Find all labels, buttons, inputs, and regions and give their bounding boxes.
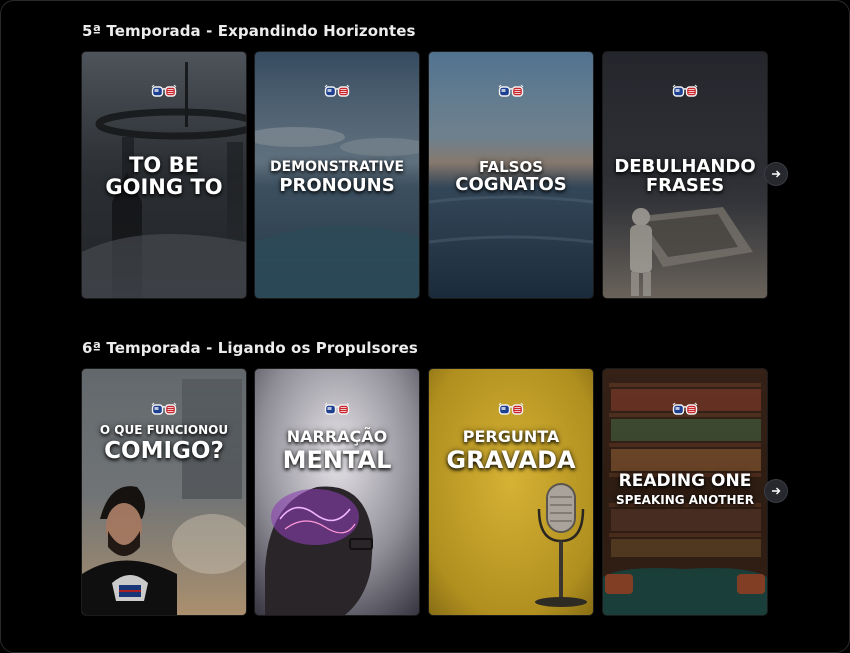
card-title: NARRAÇÃO MENTAL — [282, 427, 392, 474]
carousel-next-button[interactable] — [764, 479, 788, 503]
card-demonstrative-pronouns[interactable]: DEMONSTRATIVE PRONOUNS — [255, 52, 419, 298]
card-title: O QUE FUNCIONOU COMIGO? — [99, 423, 229, 464]
card-title: READING ONE SPEAKING ANOTHER — [616, 471, 754, 507]
usa-glasses-logo-icon — [151, 402, 177, 416]
section-title: 5ª Temporada - Expandindo Horizontes — [82, 22, 416, 40]
carousel-next-button[interactable] — [764, 162, 788, 186]
usa-glasses-logo-icon — [324, 402, 350, 416]
card-narracao-mental[interactable]: NARRAÇÃO MENTAL — [255, 369, 419, 615]
card-debulhando-frases[interactable]: DEBULHANDO FRASES — [603, 52, 767, 298]
card-o-que-funcionou-comigo[interactable]: O QUE FUNCIONOU COMIGO? — [82, 369, 246, 615]
card-falsos-cognatos[interactable]: FALSOS COGNATOS — [429, 52, 593, 298]
usa-glasses-logo-icon — [498, 402, 524, 416]
card-reading-one-speaking-another[interactable]: READING ONE SPEAKING ANOTHER — [603, 369, 767, 615]
season-6-carousel: O QUE FUNCIONOUCOMIGO? NARRAÇÃOMENTAL — [82, 369, 788, 616]
card-title: FALSOS COGNATOS — [455, 158, 567, 195]
card-title: DEMONSTRATIVE PRONOUNS — [269, 159, 405, 196]
card-to-be-going-to[interactable]: TO BE GOING TO — [82, 52, 246, 298]
arrow-right-icon — [772, 487, 781, 495]
card-title: TO BE GOING TO — [105, 153, 223, 200]
usa-glasses-logo-icon — [151, 84, 177, 98]
season-6-section: 6ª Temporada - Ligando os Propulsores O … — [82, 337, 788, 616]
season-5-carousel: TO BE GOING TO DEMONSTRATIVE PRONOUNS FA… — [82, 52, 788, 299]
card-title: DEBULHANDO FRASES — [614, 156, 756, 196]
section-title: 6ª Temporada - Ligando os Propulsores — [82, 339, 418, 357]
card-title: PERGUNTA GRAVADA — [446, 427, 576, 474]
usa-glasses-logo-icon — [498, 84, 524, 98]
season-5-section: 5ª Temporada - Expandindo Horizontes TO … — [82, 20, 788, 299]
arrow-right-icon — [772, 170, 781, 178]
usa-glasses-logo-icon — [672, 84, 698, 98]
usa-glasses-logo-icon — [324, 84, 350, 98]
usa-glasses-logo-icon — [672, 402, 698, 416]
card-pergunta-gravada[interactable]: PERGUNTA GRAVADA — [429, 369, 593, 615]
